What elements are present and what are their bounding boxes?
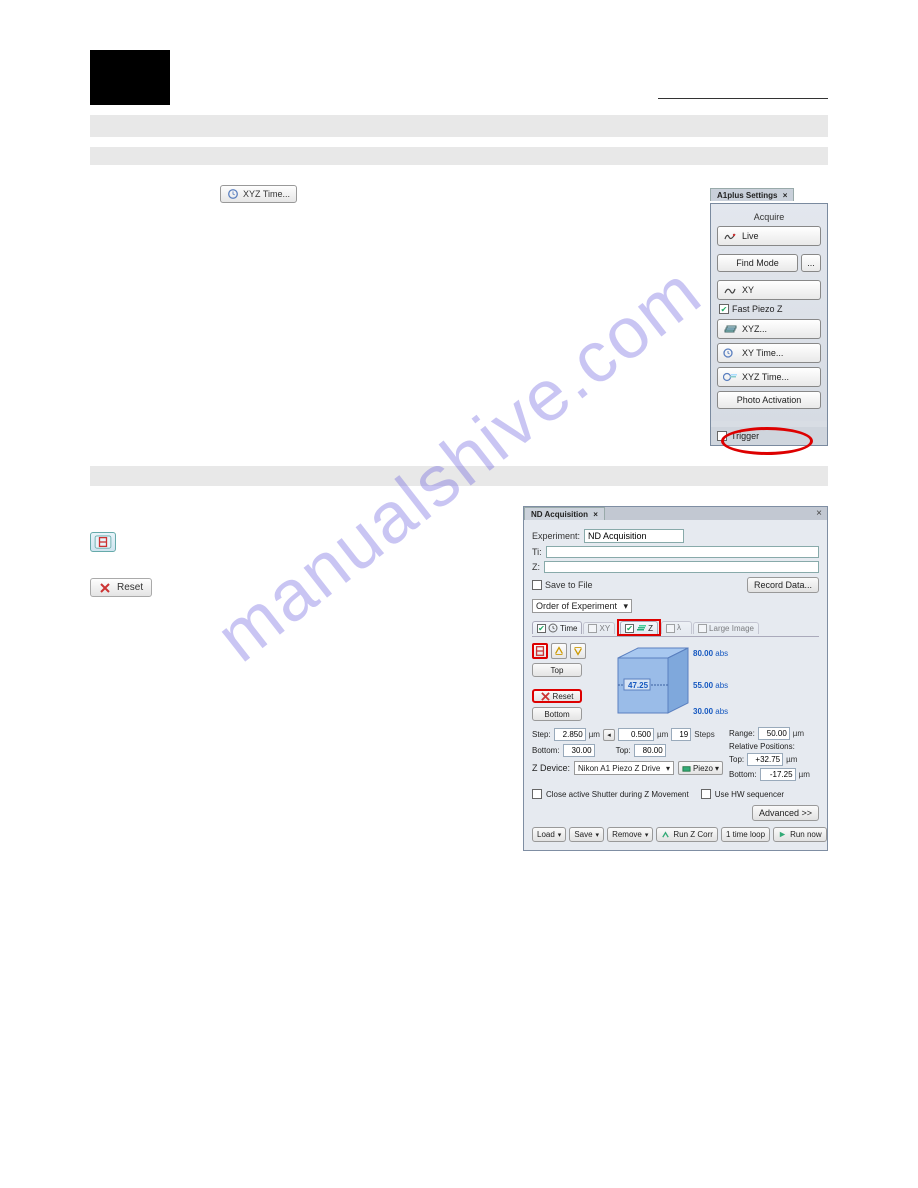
steps-input[interactable] [671, 728, 691, 741]
run-z-corr-button[interactable]: Run Z Corr [656, 827, 718, 842]
step-input[interactable] [554, 728, 586, 741]
header-rule [658, 98, 828, 99]
acquisition-tabs: ✔ Time XY ✔ Z [532, 619, 819, 637]
xyz-time-label: XYZ Time... [243, 189, 290, 199]
lambda-checkbox[interactable] [666, 624, 675, 633]
find-mode-options-button[interactable]: ... [801, 254, 821, 272]
time-checkbox[interactable]: ✔ [537, 624, 546, 633]
a1plus-tab[interactable]: A1plus Settings × [710, 188, 794, 201]
live-button[interactable]: Live [717, 226, 821, 246]
lambda-icon: λ [677, 623, 687, 633]
xyz-button[interactable]: XYZ... [717, 319, 821, 339]
nd-acquisition-tab[interactable]: ND Acquisition × [524, 507, 605, 520]
section-band-3 [90, 466, 828, 486]
rel-bottom-input[interactable] [760, 768, 796, 781]
close-icon[interactable]: × [783, 191, 788, 200]
z-stack-icon [636, 623, 646, 633]
order-of-experiment-select[interactable]: Order of Experiment ▾ [532, 599, 632, 613]
top-button[interactable]: Top [532, 663, 582, 677]
chevron-down-icon: ▾ [596, 831, 600, 839]
step-left-button[interactable]: ◂ [603, 729, 615, 741]
experiment-label: Experiment: [532, 531, 580, 541]
experiment-input[interactable] [584, 529, 684, 543]
advanced-button[interactable]: Advanced >> [752, 805, 819, 821]
instruction-text-area: Reset [90, 506, 511, 851]
trigger-checkbox[interactable] [717, 431, 727, 441]
reset-x-icon [99, 582, 111, 594]
photo-activation-button[interactable]: Photo Activation [717, 391, 821, 409]
chevron-down-icon: ▾ [666, 764, 670, 773]
lambda-tab[interactable]: λ [661, 621, 692, 634]
hw-sequencer-checkbox[interactable] [701, 789, 711, 799]
xyz-time-button[interactable]: XYZ Time... [220, 185, 297, 203]
a1plus-settings-panel: Acquire Live Find Mode ... [710, 203, 828, 446]
reset-button-inline[interactable]: Reset [90, 578, 152, 597]
save-button[interactable]: Save ▾ [569, 827, 604, 842]
xy-time-icon [723, 347, 737, 359]
section-band-1 [90, 115, 828, 137]
relative-positions-label: Relative Positions: [729, 742, 819, 751]
z-tab[interactable]: ✔ Z [620, 621, 658, 634]
one-time-loop-button[interactable]: 1 time loop [721, 827, 770, 842]
rel-top-input[interactable] [747, 753, 783, 766]
xy-button[interactable]: XY [717, 280, 821, 300]
live-icon [723, 230, 737, 242]
record-data-button[interactable]: Record Data... [747, 577, 819, 593]
load-button[interactable]: Load ▾ [532, 827, 566, 842]
range-input[interactable] [758, 727, 790, 740]
run-now-button[interactable]: Run now [773, 827, 827, 842]
chevron-down-icon: ▾ [645, 831, 649, 839]
close-shutter-checkbox[interactable] [532, 789, 542, 799]
mode-2-button[interactable] [551, 643, 567, 659]
reset-button[interactable]: Reset [532, 689, 582, 703]
clock-icon [548, 623, 558, 633]
close-icon[interactable]: × [593, 510, 598, 519]
a1plus-tab-strip: A1plus Settings × [710, 185, 828, 203]
bottom-button[interactable]: Bottom [532, 707, 582, 721]
time-tab[interactable]: ✔ Time [532, 621, 582, 634]
chevron-down-icon: ▾ [623, 601, 628, 612]
z-device-select[interactable]: Nikon A1 Piezo Z Drive ▾ [574, 761, 674, 775]
trigger-row: Trigger [711, 427, 827, 445]
chevron-down-icon: ▾ [558, 831, 562, 839]
ti-label: Ti: [532, 547, 542, 557]
piezo-button[interactable]: Piezo ▾ [678, 761, 723, 775]
bottom-input[interactable] [563, 744, 595, 757]
xy-icon [723, 284, 737, 296]
large-image-tab[interactable]: Large Image [693, 622, 759, 634]
mode-3-button[interactable] [570, 643, 586, 659]
xy-time-button[interactable]: XY Time... [717, 343, 821, 363]
step-size-input[interactable] [618, 728, 654, 741]
xyz-time-icon [227, 188, 239, 200]
page-number-box [90, 50, 170, 105]
large-image-checkbox[interactable] [698, 624, 707, 633]
range-mode-button[interactable] [532, 643, 548, 659]
panel-close-icon[interactable]: × [811, 507, 827, 520]
fast-piezo-checkbox[interactable]: ✔ [719, 304, 729, 314]
section-band-2 [90, 147, 828, 165]
z-tab-highlight: ✔ Z [617, 619, 661, 636]
chevron-down-icon: ▾ [715, 764, 719, 773]
xyz-icon [723, 323, 737, 335]
xyz-time-panel-button[interactable]: XYZ Time... [717, 367, 821, 387]
z-path-input[interactable] [544, 561, 819, 573]
range-mode-icon-button[interactable] [90, 532, 116, 552]
z-checkbox[interactable]: ✔ [625, 624, 634, 633]
ti-input[interactable] [546, 546, 819, 558]
z-cube-diagram: 80.00 abs 47.25 55.00 abs 30.00 abs [598, 643, 819, 725]
xy-checkbox[interactable] [588, 624, 597, 633]
xyz-time-panel-icon [723, 371, 737, 383]
top-input[interactable] [634, 744, 666, 757]
fast-piezo-checkbox-row[interactable]: ✔ Fast Piezo Z [719, 304, 821, 314]
nd-acquisition-panel: ND Acquisition × × Experiment: Ti: [523, 506, 828, 851]
acquire-heading: Acquire [717, 212, 821, 222]
find-mode-button[interactable]: Find Mode [717, 254, 798, 272]
xy-tab[interactable]: XY [583, 622, 615, 634]
z-path-label: Z: [532, 562, 540, 572]
remove-button[interactable]: Remove▾ [607, 827, 653, 842]
save-to-file-checkbox[interactable] [532, 580, 542, 590]
